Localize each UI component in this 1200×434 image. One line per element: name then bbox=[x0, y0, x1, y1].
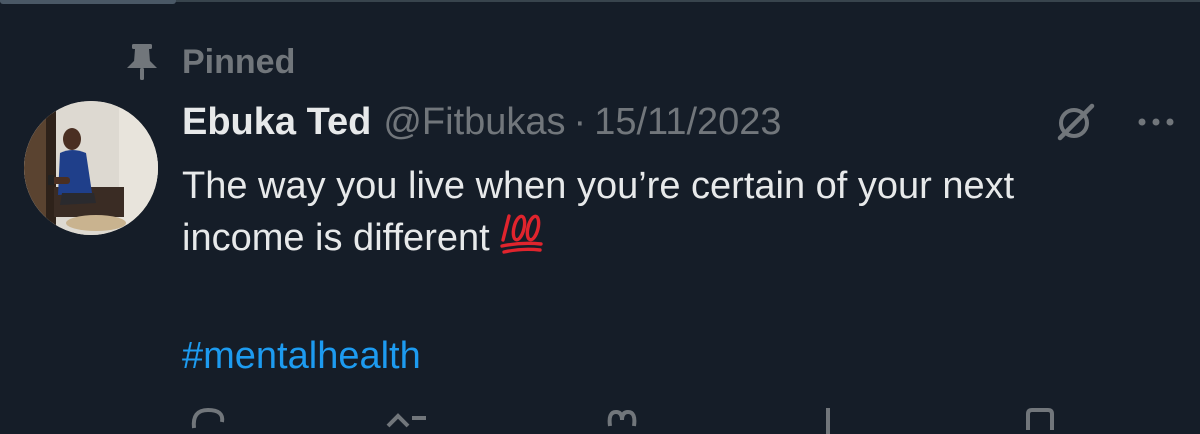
header-actions bbox=[1052, 100, 1182, 144]
tweet-actions bbox=[182, 404, 1182, 434]
hundred-points-emoji-icon bbox=[499, 212, 544, 254]
retweet-icon[interactable] bbox=[382, 404, 432, 434]
tweet-header: Ebuka Ted @Fitbukas · 15/11/2023 bbox=[182, 98, 782, 146]
tweet-text: The way you live when you’re certain of … bbox=[182, 160, 1182, 264]
tweet-text-line: income is different bbox=[182, 212, 1182, 264]
display-name[interactable]: Ebuka Ted bbox=[182, 101, 371, 144]
top-divider bbox=[0, 0, 1200, 2]
tweet-date[interactable]: 15/11/2023 bbox=[594, 101, 781, 144]
pin-icon bbox=[124, 42, 160, 82]
tweet-text-line: The way you live when you’re certain of … bbox=[182, 165, 1015, 207]
views-icon[interactable] bbox=[818, 404, 838, 434]
pinned-indicator: Pinned bbox=[124, 40, 295, 84]
reply-icon[interactable] bbox=[188, 404, 228, 434]
separator-dot: · bbox=[573, 100, 587, 143]
tab-indicator bbox=[0, 0, 176, 4]
bookmark-icon[interactable] bbox=[1020, 404, 1060, 434]
user-handle[interactable]: @Fitbukas bbox=[383, 101, 565, 144]
tweet-text-line-content: income is different bbox=[182, 217, 490, 259]
more-icon[interactable] bbox=[1132, 100, 1180, 144]
avatar[interactable] bbox=[24, 101, 158, 235]
hashtag-link[interactable]: #mentalhealth bbox=[182, 332, 421, 380]
like-icon[interactable] bbox=[602, 404, 642, 434]
pinned-label: Pinned bbox=[182, 42, 296, 81]
grok-icon[interactable] bbox=[1052, 100, 1100, 144]
